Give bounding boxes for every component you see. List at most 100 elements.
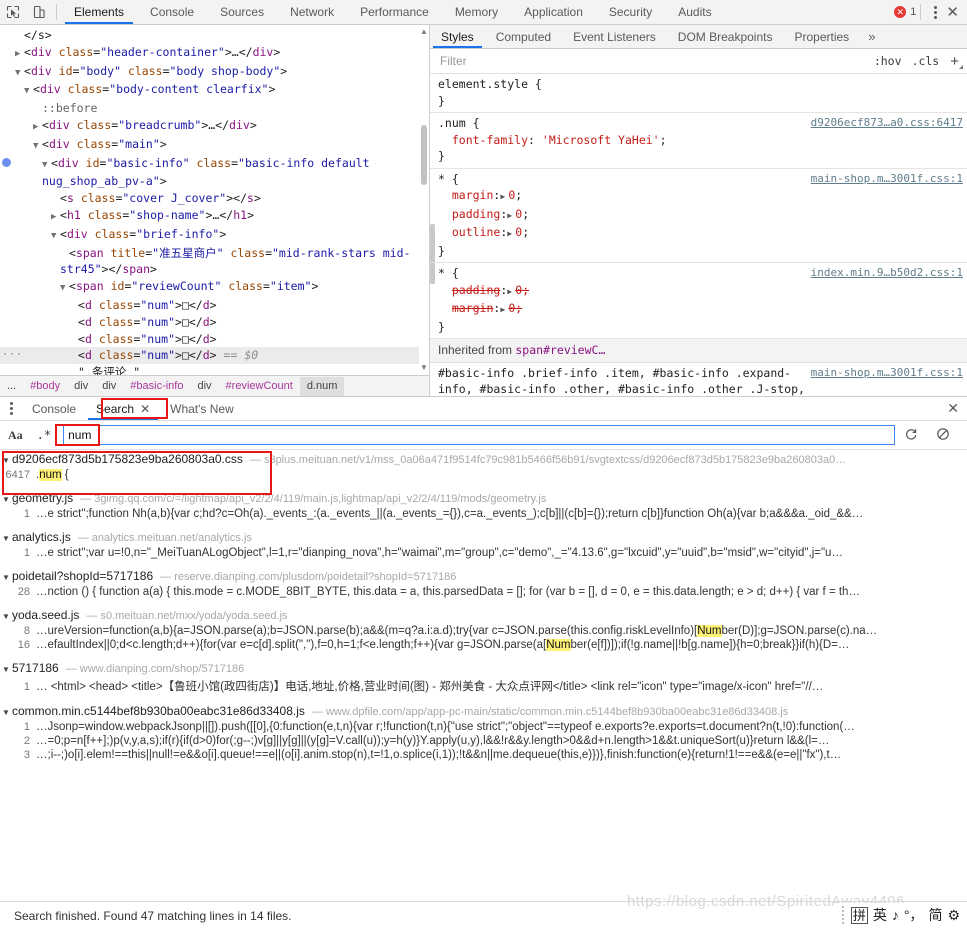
ime-settings-icon[interactable]: ⚙: [947, 907, 960, 924]
tab-elements[interactable]: Elements: [61, 1, 137, 24]
breadcrumb-item[interactable]: d.num: [299, 376, 345, 396]
dom-node[interactable]: <div class="main">: [0, 136, 429, 155]
breadcrumb-item[interactable]: #body: [23, 377, 67, 396]
search-results-list[interactable]: ▼ d9206ecf873d5b175823e9ba260803a0.css — s…: [0, 450, 967, 802]
breadcrumb-item[interactable]: div: [95, 377, 123, 396]
disclosure-triangle-icon[interactable]: [24, 83, 33, 100]
search-result-file[interactable]: ▼ d9206ecf873d5b175823e9ba260803a0.css — s…: [0, 450, 967, 468]
device-toolbar-icon[interactable]: [26, 1, 52, 23]
dom-node[interactable]: <s class="cover J_cover"></s>: [0, 190, 429, 207]
error-count-badge[interactable]: ✕ 1: [894, 6, 916, 18]
scroll-down-arrow[interactable]: ▼: [420, 363, 428, 372]
disclosure-triangle-icon[interactable]: ▼: [2, 708, 12, 717]
disclosure-triangle-icon[interactable]: [42, 157, 51, 174]
dom-scroll-thumb[interactable]: [421, 125, 427, 185]
style-declaration[interactable]: outline:▶ 0;: [430, 224, 967, 243]
tab-sources[interactable]: Sources: [207, 1, 277, 24]
search-result-line[interactable]: 2 …=0;p=n[f++];)p(v,y,a,s);if(r){if(d>0)f…: [0, 734, 967, 748]
style-declaration[interactable]: padding:▶ 0;: [430, 282, 967, 301]
style-rule[interactable]: index.min.9…b50d2.css:1 * { padding:▶ 0; m…: [430, 263, 967, 339]
close-icon[interactable]: ✕: [946, 5, 961, 20]
disclosure-triangle-icon[interactable]: ▼: [2, 573, 12, 582]
ime-punctuation-icon[interactable]: °，: [904, 905, 924, 925]
search-result-line[interactable]: 28 …nction () { function a(a) { this.mode…: [0, 585, 967, 599]
inherited-rule-origin-link[interactable]: main-shop.m…3001f.css:1: [811, 365, 963, 382]
breadcrumb-item[interactable]: div: [67, 377, 95, 396]
dom-node[interactable]: <d class="num">□</d>: [0, 297, 429, 314]
search-result-file[interactable]: ▼ poidetail?shopId=5717186 — reserve.dianp…: [0, 567, 967, 585]
style-rule[interactable]: element.style {}: [430, 74, 967, 113]
dom-node[interactable]: </s>: [0, 27, 429, 44]
style-declaration[interactable]: margin:▶ 0;: [430, 187, 967, 206]
disclosure-triangle-icon[interactable]: ▼: [2, 665, 12, 674]
tab-application[interactable]: Application: [511, 1, 596, 24]
dom-node[interactable]: <div id="body" class="body shop-body">: [0, 63, 429, 82]
hov-toggle-button[interactable]: :hov: [869, 54, 907, 68]
style-declaration[interactable]: font-family: 'Microsoft YaHei';: [430, 132, 967, 149]
search-result-line[interactable]: 8 …ureVersion=function(a,b){a=JSON.parse(…: [0, 624, 967, 638]
style-declaration[interactable]: margin:▶ 0;: [430, 300, 967, 319]
styles-tab-computed[interactable]: Computed: [485, 26, 562, 48]
search-result-file[interactable]: ▼ yoda.seed.js — s0.meituan.net/mxx/yoda/y…: [0, 606, 967, 624]
regex-toggle[interactable]: .*: [37, 428, 63, 442]
drawer-tab-close-icon[interactable]: ✕: [140, 402, 150, 416]
ime-language-icon[interactable]: 英: [873, 905, 887, 925]
ime-mode-icon[interactable]: 拼: [850, 906, 868, 924]
dom-node[interactable]: <div class="brief-info">: [0, 226, 429, 245]
tab-security[interactable]: Security: [596, 1, 665, 24]
drawer-menu-icon[interactable]: [0, 402, 22, 415]
tab-network[interactable]: Network: [277, 1, 347, 24]
dom-node[interactable]: <div id="basic-info" class="basic-info d…: [0, 155, 429, 191]
devtools-menu-icon[interactable]: [925, 5, 946, 19]
disclosure-triangle-icon[interactable]: [51, 209, 60, 226]
styles-rules-list[interactable]: element.style {} d9206ecf873…a0.css:6417.…: [430, 74, 967, 396]
dom-node[interactable]: <d class="num">□</d>: [0, 331, 429, 348]
disclosure-triangle-icon[interactable]: [60, 280, 69, 297]
inspect-cursor-icon[interactable]: [0, 1, 26, 23]
disclosure-triangle-icon[interactable]: [33, 138, 42, 155]
dom-node[interactable]: <div class="breadcrumb">…</div>: [0, 117, 429, 136]
search-result-file[interactable]: ▼ analytics.js — analytics.meituan.net/ana…: [0, 528, 967, 546]
search-input[interactable]: [63, 425, 895, 445]
style-rule-origin-link[interactable]: main-shop.m…3001f.css:1: [811, 171, 963, 188]
styles-tab-event-listeners[interactable]: Event Listeners: [562, 26, 667, 48]
drawer-close-icon[interactable]: ✕: [947, 400, 967, 417]
tab-performance[interactable]: Performance: [347, 1, 442, 24]
inherited-style-rule[interactable]: main-shop.m…3001f.css:1 #basic-info .brie…: [430, 363, 967, 397]
dom-node[interactable]: <div class="header-container">…</div>: [0, 44, 429, 63]
disclosure-triangle-icon[interactable]: ▼: [2, 534, 12, 543]
styles-filter-input[interactable]: [430, 49, 869, 73]
dom-node[interactable]: <d class="num">□</d>: [0, 314, 429, 331]
dom-node[interactable]: ··· <d class="num">□</d> == $0: [0, 347, 429, 365]
search-result-line[interactable]: 1 …Jsonp=window.webpackJsonp||[]).push([[…: [0, 720, 967, 734]
style-rule[interactable]: main-shop.m…3001f.css:1 * { margin:▶ 0; pa…: [430, 169, 967, 263]
style-rule[interactable]: d9206ecf873…a0.css:6417 .num { font-famil…: [430, 113, 967, 169]
scroll-up-arrow[interactable]: ▲: [420, 27, 428, 36]
search-result-file[interactable]: ▼ geometry.js — 3gimg.qq.com/c/=/lightmap/…: [0, 489, 967, 507]
dom-node[interactable]: ::before: [0, 100, 429, 117]
disclosure-triangle-icon[interactable]: [33, 119, 42, 136]
search-result-line[interactable]: 16 …efaultIndex||0;d<c.length;d++){for(va…: [0, 638, 967, 652]
style-rule-origin-link[interactable]: d9206ecf873…a0.css:6417: [811, 115, 963, 132]
cls-toggle-button[interactable]: .cls: [907, 54, 945, 68]
search-result-line[interactable]: 6417 .num {: [0, 468, 967, 482]
disclosure-triangle-icon[interactable]: ▼: [2, 612, 12, 621]
clear-icon[interactable]: [927, 427, 959, 443]
breadcrumb[interactable]: ... #body div div #basic-info div #reviewCount…: [0, 375, 429, 396]
tab-console[interactable]: Console: [137, 1, 207, 24]
ime-toolbar[interactable]: 拼 英 ♪ °， 简 ⚙: [838, 903, 963, 927]
breadcrumb-item[interactable]: div: [190, 377, 218, 396]
styles-tab-properties[interactable]: Properties: [783, 26, 860, 48]
search-result-line[interactable]: 1 … <html> <head> <title>【鲁班小馆(政四街店)】电话,地…: [0, 677, 967, 695]
disclosure-triangle-icon[interactable]: [51, 228, 60, 245]
breadcrumb-item[interactable]: #basic-info: [123, 377, 190, 396]
disclosure-triangle-icon[interactable]: ▼: [2, 456, 12, 465]
style-declaration[interactable]: padding:▶ 0;: [430, 206, 967, 225]
styles-tab-dom-breakpoints[interactable]: DOM Breakpoints: [667, 26, 784, 48]
tab-memory[interactable]: Memory: [442, 1, 511, 24]
search-result-line[interactable]: 1 …e strict";function Nh(a,b){var c;hd?c=…: [0, 507, 967, 521]
drawer-tab-console[interactable]: Console: [22, 398, 86, 420]
disclosure-triangle-icon[interactable]: [15, 65, 24, 82]
chevron-double-right-icon[interactable]: »: [860, 26, 883, 48]
new-style-rule-button[interactable]: +: [944, 53, 963, 70]
